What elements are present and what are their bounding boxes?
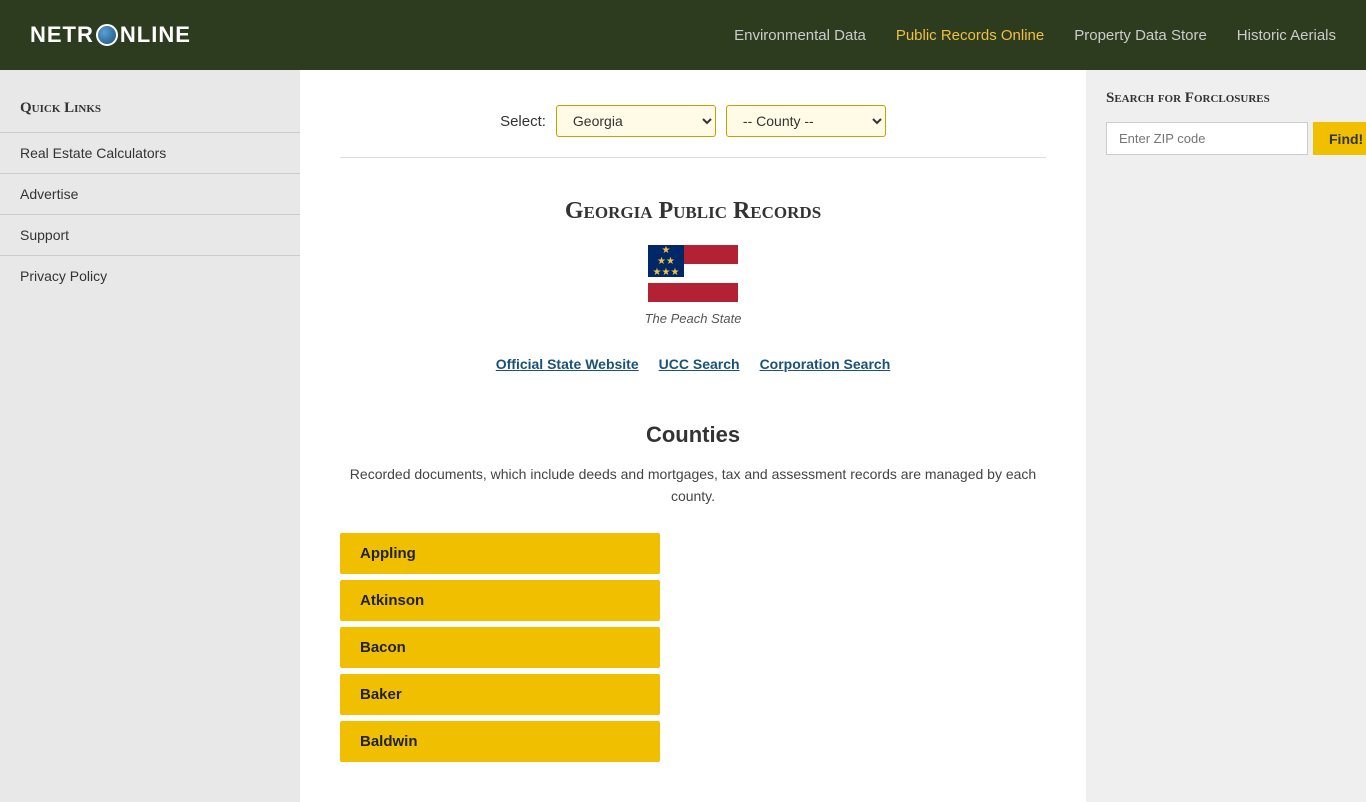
nav-item-environmental[interactable]: Environmental Data <box>734 27 866 44</box>
header: NETR NLINE Environmental Data Public Reco… <box>0 0 1366 70</box>
state-select[interactable]: Georgia <box>556 105 716 137</box>
county-item-baldwin[interactable]: Baldwin <box>340 721 660 762</box>
counties-section: Counties Recorded documents, which inclu… <box>340 422 1046 762</box>
right-sidebar: Search for Forclosures Find! <box>1086 70 1366 802</box>
state-info: Georgia Public Records ★★★★★★ The Peach … <box>340 178 1046 392</box>
main-nav: Environmental Data Public Records Online… <box>734 27 1336 44</box>
sidebar-link-calculators[interactable]: Real Estate Calculators <box>0 132 300 173</box>
logo-text-start: NETR <box>30 22 94 48</box>
nav-item-historic-aerials[interactable]: Historic Aerials <box>1237 27 1336 44</box>
state-title: Georgia Public Records <box>340 198 1046 225</box>
county-item-baker[interactable]: Baker <box>340 674 660 715</box>
sidebar-link-support[interactable]: Support <box>0 214 300 255</box>
state-links: Official State Website UCC Search Corpor… <box>340 346 1046 372</box>
logo-text-end: NLINE <box>120 22 191 48</box>
state-flag: ★★★★★★ <box>648 245 738 303</box>
content-wrapper: Quick Links Real Estate Calculators Adve… <box>0 70 1366 802</box>
nav-item-property-data[interactable]: Property Data Store <box>1074 27 1207 44</box>
foreclosure-title: Search for Forclosures <box>1106 90 1346 107</box>
nav-item-public-records[interactable]: Public Records Online <box>896 27 1044 44</box>
counties-description: Recorded documents, which include deeds … <box>340 463 1046 508</box>
ucc-search-link[interactable]: UCC Search <box>659 356 740 372</box>
find-button[interactable]: Find! <box>1313 122 1366 155</box>
main-content: Select: Georgia -- County -- Georgia Pub… <box>300 70 1086 802</box>
counties-list: Appling Atkinson Bacon Baker Baldwin <box>340 533 660 762</box>
quick-links-title: Quick Links <box>0 90 300 132</box>
zip-input[interactable] <box>1106 122 1308 155</box>
sidebar-link-privacy[interactable]: Privacy Policy <box>0 255 300 296</box>
county-item-appling[interactable]: Appling <box>340 533 660 574</box>
corporation-search-link[interactable]: Corporation Search <box>760 356 891 372</box>
select-bar: Select: Georgia -- County -- <box>340 90 1046 158</box>
flag-seal: ★★★★★★ <box>653 245 680 278</box>
county-item-bacon[interactable]: Bacon <box>340 627 660 668</box>
flag-stripe-bottom <box>648 283 738 302</box>
flag-canton: ★★★★★★ <box>648 245 684 277</box>
sidebar-link-advertise[interactable]: Advertise <box>0 173 300 214</box>
counties-title: Counties <box>340 422 1046 448</box>
left-sidebar: Quick Links Real Estate Calculators Adve… <box>0 70 300 802</box>
foreclosure-form: Find! <box>1106 122 1346 155</box>
globe-icon <box>96 24 118 46</box>
select-label: Select: <box>500 113 546 130</box>
county-item-atkinson[interactable]: Atkinson <box>340 580 660 621</box>
logo[interactable]: NETR NLINE <box>30 22 191 48</box>
official-state-link[interactable]: Official State Website <box>496 356 639 372</box>
state-nickname: The Peach State <box>340 311 1046 326</box>
county-select[interactable]: -- County -- <box>726 105 886 137</box>
